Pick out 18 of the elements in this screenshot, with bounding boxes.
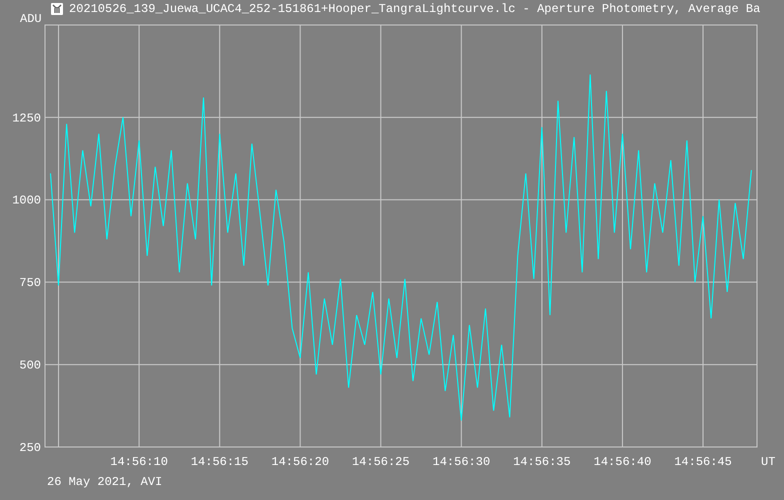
x-axis-label: UT [761, 455, 776, 469]
x-tick-label: 14:56:10 [110, 455, 168, 469]
app-icon [51, 3, 63, 15]
x-tick-label: 14:56:40 [594, 455, 652, 469]
y-tick-label: 1000 [12, 194, 41, 208]
x-tick-label: 14:56:20 [271, 455, 330, 469]
x-tick-label: 14:56:30 [432, 455, 490, 469]
x-tick-label: 14:56:35 [513, 455, 571, 469]
window-title: 20210526_139_Juewa_UCAC4_252-151861+Hooper_TangraLightcurve.lc - Aperture Photometry, Average Ba [69, 2, 760, 16]
y-axis-label: ADU [20, 12, 42, 26]
y-tick-label: 500 [19, 358, 41, 373]
x-tick-label: 14:56:25 [352, 455, 410, 469]
date-caption: 26 May 2021, AVI [47, 475, 162, 489]
x-tick-label: 14:56:15 [190, 455, 248, 469]
y-tick-label: 1250 [12, 111, 41, 126]
y-tick-label: 250 [19, 441, 41, 455]
y-tick-label: 750 [19, 276, 41, 290]
x-tick-label: 14:56:45 [674, 455, 732, 469]
